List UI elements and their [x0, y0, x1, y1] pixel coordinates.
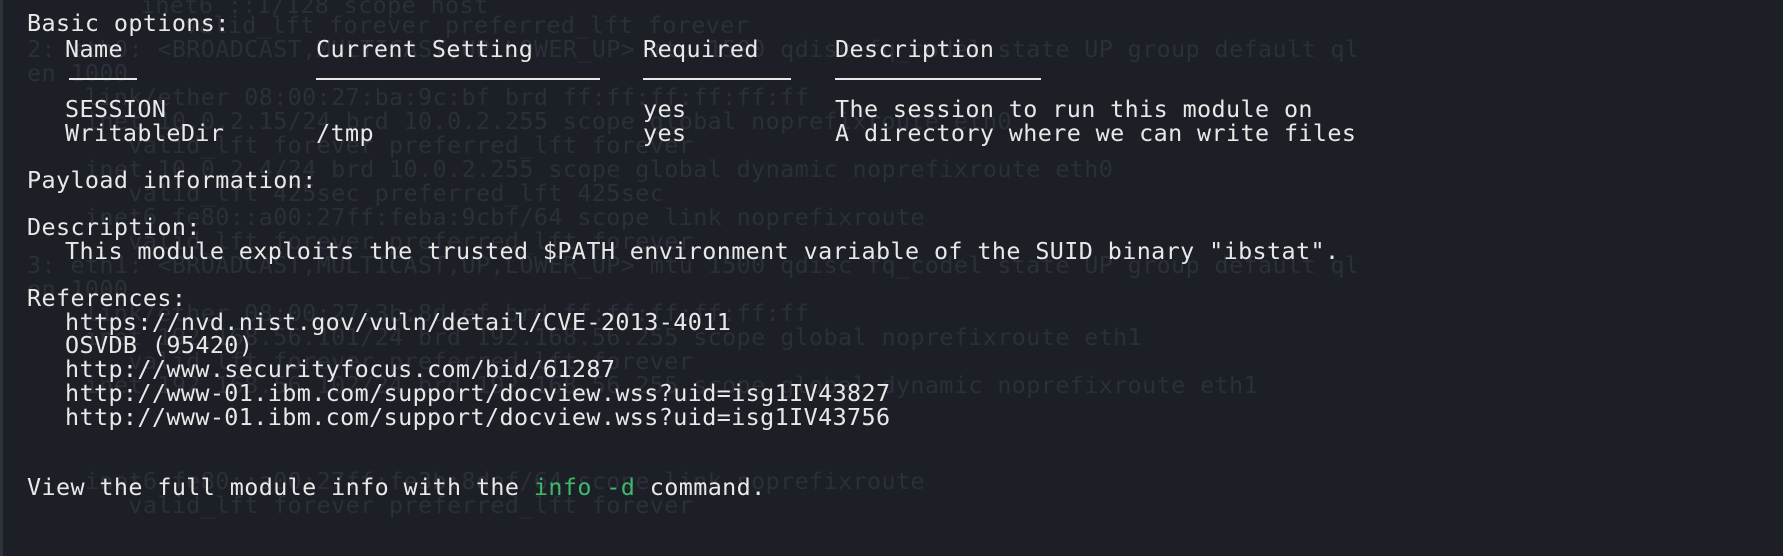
option-current-setting: /tmp: [316, 119, 374, 147]
footer-prefix: View the full module info with the: [27, 473, 534, 501]
option-description: A directory where we can write files: [835, 119, 1357, 147]
module-info-output: Basic options: Name Current Setting Requ…: [3, 0, 1783, 556]
col-underline-name: [69, 78, 137, 80]
col-header-description: Description: [835, 35, 995, 63]
terminal-window[interactable]: inet6 ::1/128 scope host valid_lft forev…: [0, 0, 1783, 556]
col-header-current-setting: Current Setting: [316, 35, 534, 63]
description-text: This module exploits the trusted $PATH e…: [65, 237, 1340, 265]
payload-heading: Payload information:: [27, 166, 317, 194]
footer-hint: View the full module info with the info …: [27, 474, 766, 501]
info-command: info -d: [533, 473, 636, 501]
col-underline-description: [835, 78, 1041, 80]
option-required: yes: [643, 119, 687, 147]
basic-options-heading: Basic options:: [27, 9, 230, 37]
col-header-required: Required: [643, 35, 759, 63]
option-name: WritableDir: [65, 119, 225, 147]
reference-item: http://www-01.ibm.com/support/docview.ws…: [65, 403, 891, 431]
col-underline-required: [643, 78, 791, 80]
footer-suffix: command.: [635, 473, 766, 501]
col-underline-current-setting: [316, 78, 600, 80]
col-header-name: Name: [65, 35, 123, 63]
